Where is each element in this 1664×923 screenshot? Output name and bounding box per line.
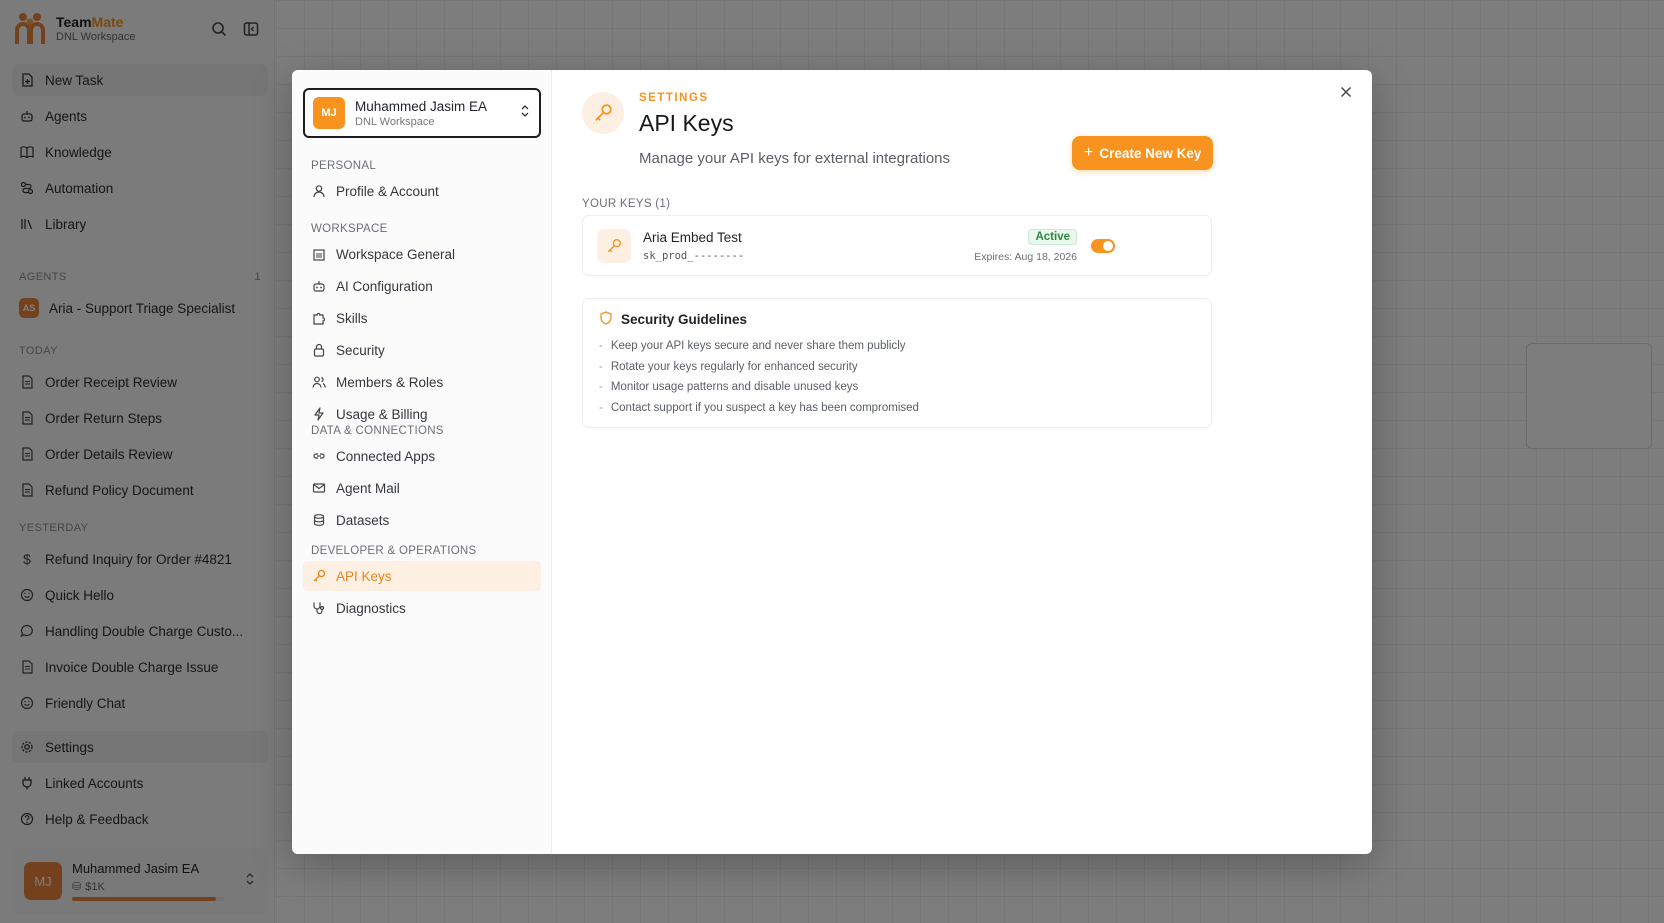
api-key-expiry: Expires: Aug 18, 2026: [974, 250, 1077, 263]
user-icon: [311, 183, 327, 199]
list-item: - Rotate your keys regularly for enhanced…: [599, 360, 858, 373]
link-icon: [311, 448, 327, 464]
plus-icon: +: [1084, 144, 1094, 161]
settings-section-workspace: WORKSPACE Workspace General AI Configura…: [303, 215, 541, 431]
api-keys-panel: SETTINGS API Keys Manage your API keys f…: [552, 70, 1372, 854]
list-item: - Contact support if you suspect a key ha…: [599, 401, 919, 414]
settings-section-personal: PERSONAL Profile & Account: [303, 152, 541, 208]
api-key-value: sk_prod_--------: [643, 249, 745, 262]
keys-section-label: YOUR KEYS (1): [582, 198, 671, 210]
settings-modal: MJ Muhammed Jasim EA DNL Workspace PERSO…: [292, 70, 1372, 854]
settings-item-diagnostics[interactable]: Diagnostics: [303, 593, 541, 623]
settings-section-data: DATA & CONNECTIONS Connected Apps Agent …: [303, 417, 541, 537]
api-key-name: Aria Embed Test: [643, 229, 742, 245]
page-title: API Keys: [639, 110, 734, 136]
workspace-avatar: MJ: [313, 97, 345, 129]
stethoscope-icon: [311, 600, 327, 616]
robot-icon: [311, 278, 327, 294]
workspace-user-name: Muhammed Jasim EA: [355, 98, 488, 114]
list-item: - Monitor usage patterns and disable unus…: [599, 381, 859, 394]
building-icon: [311, 246, 327, 262]
settings-item-agent-mail[interactable]: Agent Mail: [303, 473, 541, 503]
settings-item-security[interactable]: Security: [303, 335, 541, 365]
users-icon: [311, 374, 327, 390]
lock-icon: [311, 342, 327, 358]
guidelines-title: Security Guidelines: [621, 312, 748, 327]
close-icon: [1340, 85, 1352, 103]
workspace-name: DNL Workspace: [355, 115, 435, 128]
api-key-row: Aria Embed Test sk_prod_-------- Active …: [582, 215, 1212, 276]
key-icon: [597, 228, 631, 263]
status-badge: Active: [1028, 228, 1077, 245]
settings-item-members-roles[interactable]: Members & Roles: [303, 367, 541, 397]
settings-item-profile[interactable]: Profile & Account: [303, 176, 541, 206]
key-icon: [582, 92, 624, 134]
puzzle-icon: [311, 310, 327, 326]
settings-nav: MJ Muhammed Jasim EA DNL Workspace PERSO…: [292, 70, 552, 854]
settings-item-workspace-general[interactable]: Workspace General: [303, 239, 541, 269]
page-eyebrow: SETTINGS: [639, 92, 709, 104]
security-guidelines-card: Security Guidelines - Keep your API keys …: [582, 298, 1212, 428]
settings-item-connected-apps[interactable]: Connected Apps: [303, 441, 541, 471]
settings-item-datasets[interactable]: Datasets: [303, 505, 541, 535]
key-icon: [311, 568, 327, 584]
page-subtitle: Manage your API keys for external integr…: [639, 150, 951, 167]
guidelines-list: - Keep your API keys secure and never sha…: [599, 336, 1195, 418]
chevron-up-down-icon: [519, 104, 531, 123]
database-icon: [311, 512, 327, 528]
settings-item-api-keys[interactable]: API Keys: [303, 561, 541, 591]
create-new-key-button[interactable]: + Create New Key: [1072, 136, 1214, 170]
settings-item-ai-configuration[interactable]: AI Configuration: [303, 271, 541, 301]
list-item: - Keep your API keys secure and never sha…: [599, 340, 906, 353]
settings-section-developer: DEVELOPER & OPERATIONS API Keys Diagnost…: [303, 537, 541, 625]
shield-icon: [599, 311, 613, 328]
settings-item-skills[interactable]: Skills: [303, 303, 541, 333]
close-button[interactable]: [1334, 82, 1358, 106]
api-key-toggle[interactable]: [1091, 238, 1115, 253]
workspace-switcher[interactable]: MJ Muhammed Jasim EA DNL Workspace: [303, 88, 541, 138]
mail-icon: [311, 480, 327, 496]
